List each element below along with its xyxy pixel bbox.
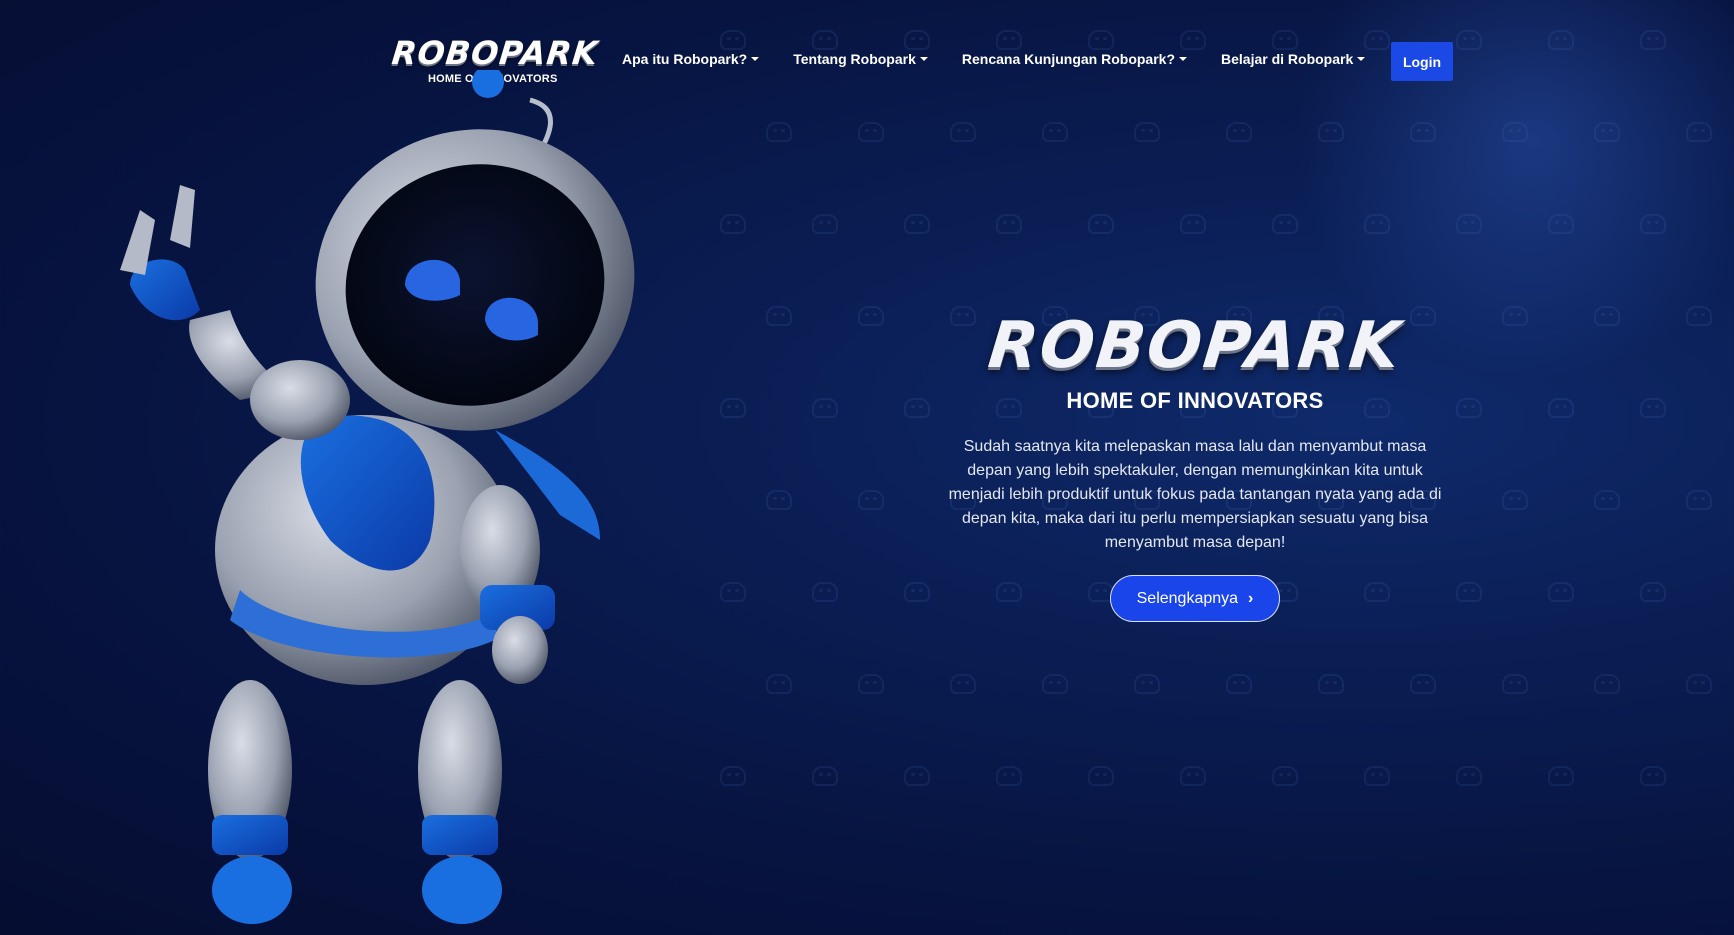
pattern-robot-icon xyxy=(1640,766,1666,786)
nav-item-belajar-di-robopark[interactable]: Belajar di Robopark xyxy=(1221,51,1366,67)
pattern-robot-icon xyxy=(1594,674,1620,694)
nav-item-apa-itu-robopark[interactable]: Apa itu Robopark? xyxy=(622,51,760,67)
pattern-robot-icon xyxy=(766,122,792,142)
pattern-robot-icon xyxy=(1456,766,1482,786)
pattern-robot-icon xyxy=(766,674,792,694)
pattern-robot-icon xyxy=(1548,766,1574,786)
selengkapnya-button[interactable]: Selengkapnya › xyxy=(1110,575,1280,622)
pattern-robot-icon xyxy=(1180,766,1206,786)
hero-subtitle: HOME OF INNOVATORS xyxy=(1066,388,1324,413)
pattern-robot-icon xyxy=(1088,214,1114,234)
pattern-robot-icon xyxy=(1042,674,1068,694)
robot-illustration xyxy=(120,70,635,924)
pattern-robot-icon xyxy=(1410,674,1436,694)
caret-down-icon xyxy=(1357,57,1366,61)
nav-item-label: Rencana Kunjungan Robopark? xyxy=(961,51,1175,67)
caret-down-icon xyxy=(919,57,928,61)
pattern-robot-icon xyxy=(1180,214,1206,234)
pattern-robot-icon xyxy=(812,214,838,234)
pattern-robot-icon xyxy=(812,398,838,418)
hero-section: ROBOPARK HOME OF INNOVATORS Sudah saatny… xyxy=(930,309,1460,622)
pattern-robot-icon xyxy=(1640,582,1666,602)
pattern-robot-icon xyxy=(858,122,884,142)
pattern-robot-icon xyxy=(996,214,1022,234)
nav-item-label: Tentang Robopark xyxy=(793,51,916,67)
hero-description: Sudah saatnya kita melepaskan masa lalu … xyxy=(948,438,1442,551)
nav-menu: Apa itu Robopark? Tentang Robopark Renca… xyxy=(622,51,1399,67)
pattern-robot-icon xyxy=(950,674,976,694)
pattern-robot-icon xyxy=(1134,122,1160,142)
pattern-robot-icon xyxy=(858,306,884,326)
hero-title: ROBOPARK xyxy=(984,309,1406,383)
pattern-robot-icon xyxy=(1134,674,1160,694)
pattern-robot-icon xyxy=(996,766,1022,786)
pattern-robot-icon xyxy=(1640,398,1666,418)
nav-item-rencana-kunjungan[interactable]: Rencana Kunjungan Robopark? xyxy=(962,51,1187,67)
nav-item-label: Apa itu Robopark? xyxy=(622,51,748,67)
pattern-robot-icon xyxy=(1686,674,1712,694)
pattern-robot-icon xyxy=(904,582,930,602)
pattern-robot-icon xyxy=(904,214,930,234)
caret-down-icon xyxy=(1179,57,1187,61)
pattern-robot-icon xyxy=(1226,674,1252,694)
pattern-robot-icon xyxy=(1686,490,1712,510)
pattern-robot-icon xyxy=(812,766,838,786)
brand-name: ROBOPARK xyxy=(390,34,601,72)
cta-label: Selengkapnya xyxy=(1136,589,1239,607)
pattern-robot-icon xyxy=(1318,674,1344,694)
pattern-robot-icon xyxy=(1594,490,1620,510)
pattern-robot-icon xyxy=(904,766,930,786)
pattern-robot-icon xyxy=(1548,398,1574,418)
chevron-right-icon: › xyxy=(1248,589,1254,607)
pattern-robot-icon xyxy=(1502,490,1528,510)
pattern-robot-icon xyxy=(812,582,838,602)
pattern-robot-icon xyxy=(1502,674,1528,694)
pattern-robot-icon xyxy=(766,490,792,510)
pattern-robot-icon xyxy=(1272,766,1298,786)
pattern-robot-icon xyxy=(1364,766,1390,786)
pattern-robot-icon xyxy=(1548,582,1574,602)
nav-item-tentang-robopark[interactable]: Tentang Robopark xyxy=(793,51,928,67)
caret-down-icon xyxy=(751,57,760,61)
pattern-robot-icon xyxy=(858,674,884,694)
pattern-robot-icon xyxy=(1042,122,1068,142)
nav-item-label: Belajar di Robopark xyxy=(1221,51,1354,67)
pattern-robot-icon xyxy=(904,398,930,418)
pattern-robot-icon xyxy=(858,490,884,510)
pattern-robot-icon xyxy=(1226,122,1252,142)
login-button[interactable]: Login xyxy=(1391,42,1453,81)
pattern-robot-icon xyxy=(1088,766,1114,786)
pattern-robot-icon xyxy=(766,306,792,326)
pattern-robot-icon xyxy=(950,122,976,142)
